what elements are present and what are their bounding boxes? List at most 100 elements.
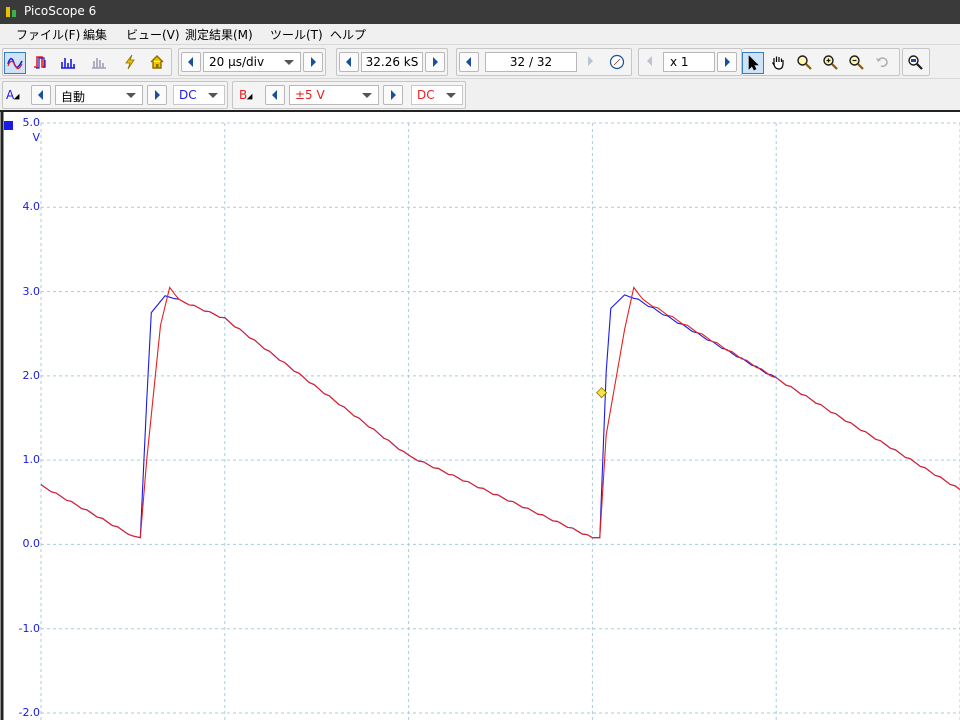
trace-channel-a bbox=[40, 294, 960, 539]
compass-icon bbox=[609, 54, 625, 70]
channel-b-range-increase-button[interactable] bbox=[383, 85, 403, 105]
persistence-mode-icon bbox=[34, 56, 46, 69]
channel-b-range-dropdown[interactable]: ±5 V bbox=[289, 85, 379, 105]
traces bbox=[40, 286, 960, 539]
timebase-group: 20 µs/div bbox=[178, 48, 326, 76]
samples-group: 32.26 kS bbox=[336, 48, 448, 76]
channel-b-coupling-dropdown[interactable]: DC bbox=[411, 85, 463, 105]
lightning-icon bbox=[125, 54, 135, 70]
arrow-right-icon bbox=[725, 57, 730, 67]
mode-group bbox=[2, 48, 172, 76]
channel-a-range-dropdown[interactable]: 自動 bbox=[55, 85, 143, 105]
home-icon bbox=[150, 55, 164, 69]
channel-a-group: A 自動 DC bbox=[2, 81, 228, 109]
zoom-tool-button[interactable] bbox=[794, 52, 816, 74]
main-toolbar: 20 µs/div 32.26 kS 32 / 32 x 1 bbox=[0, 44, 960, 79]
auto-setup-button[interactable] bbox=[120, 52, 142, 74]
arrow-left-icon bbox=[647, 56, 652, 66]
menu-file[interactable]: ファイル(F) bbox=[16, 26, 80, 43]
menu-view[interactable]: ビュー(V) bbox=[126, 26, 180, 43]
timebase-increase-button[interactable] bbox=[303, 52, 323, 72]
menu-bar: ファイル(F) 編集 ビュー(V) 測定結果(M) ツール(T) ヘルプ bbox=[0, 24, 960, 44]
buffer-field[interactable]: 32 / 32 bbox=[485, 52, 577, 72]
picoscope-app-icon bbox=[6, 7, 16, 17]
magnifier-icon bbox=[797, 55, 812, 70]
zoom-overview-button[interactable] bbox=[905, 52, 927, 74]
arrow-right-icon bbox=[391, 90, 396, 100]
channel-a-coupling-dropdown[interactable]: DC bbox=[173, 85, 225, 105]
hand-icon bbox=[771, 56, 784, 70]
window-title: PicoScope 6 bbox=[24, 4, 97, 18]
zoom-overview-group bbox=[902, 48, 930, 76]
zoom-out-button[interactable] bbox=[846, 52, 868, 74]
zoom-factor-group: x 1 bbox=[638, 48, 742, 76]
channel-a-range-increase-button[interactable] bbox=[147, 85, 167, 105]
disabled-mode-button[interactable] bbox=[89, 52, 111, 74]
zoom-factor-decrease-button[interactable] bbox=[641, 52, 661, 72]
zoom-out-icon bbox=[849, 55, 864, 70]
arrow-right-icon bbox=[588, 56, 593, 66]
channel-b-range-decrease-button[interactable] bbox=[265, 85, 285, 105]
arrow-right-icon bbox=[433, 57, 438, 67]
channel-a-label: A bbox=[6, 88, 15, 102]
samples-field[interactable]: 32.26 kS bbox=[361, 52, 423, 72]
scope-view[interactable]: V 5.0 4.0 3.0 2.0 1.0 0.0 -1.0 -2.0 bbox=[0, 110, 960, 722]
zoom-overview-icon bbox=[908, 55, 923, 70]
arrow-left-icon bbox=[188, 57, 193, 67]
menu-edit[interactable]: 編集 bbox=[83, 26, 107, 43]
zoom-in-icon bbox=[823, 55, 838, 70]
chevron-down-icon bbox=[208, 93, 218, 98]
zoom-factor-increase-button[interactable] bbox=[717, 52, 737, 72]
channel-a-options[interactable]: A bbox=[6, 88, 23, 103]
channel-a-range-decrease-button[interactable] bbox=[31, 85, 51, 105]
scope-mode-icon bbox=[7, 57, 23, 70]
undo-zoom-button[interactable] bbox=[872, 52, 894, 74]
pointer-tool-button[interactable] bbox=[742, 52, 764, 74]
zoom-factor-field[interactable]: x 1 bbox=[663, 52, 715, 72]
default-setup-button[interactable] bbox=[147, 52, 169, 74]
menu-tools[interactable]: ツール(T) bbox=[270, 26, 323, 43]
channel-b-options[interactable]: B bbox=[239, 88, 256, 103]
timebase-dropdown[interactable]: 20 µs/div bbox=[203, 52, 301, 72]
zoom-in-button[interactable] bbox=[820, 52, 842, 74]
cursor-arrow-icon bbox=[748, 55, 759, 71]
menu-measurements[interactable]: 測定結果(M) bbox=[185, 26, 253, 43]
timebase-value: 20 µs/div bbox=[209, 55, 265, 69]
hand-tool-button[interactable] bbox=[768, 52, 790, 74]
bar-chart-icon bbox=[92, 58, 106, 69]
chevron-down-icon bbox=[126, 93, 136, 98]
title-bar: PicoScope 6 bbox=[0, 0, 960, 24]
persistence-mode-button[interactable] bbox=[31, 52, 53, 74]
menu-help[interactable]: ヘルプ bbox=[330, 26, 366, 43]
chevron-down-icon bbox=[446, 93, 456, 98]
arrow-right-icon bbox=[155, 90, 160, 100]
channel-b-range-value: ±5 V bbox=[295, 88, 325, 102]
scope-mode-button[interactable] bbox=[4, 52, 26, 74]
arrow-right-icon bbox=[311, 57, 316, 67]
channel-b-coupling-value: DC bbox=[417, 88, 435, 102]
buffer-next-button[interactable] bbox=[581, 52, 601, 72]
buffer-navigation-group: 32 / 32 bbox=[456, 48, 632, 76]
samples-value: 32.26 kS bbox=[365, 55, 419, 69]
view-tools-group bbox=[742, 48, 900, 76]
timebase-decrease-button[interactable] bbox=[181, 52, 201, 72]
undo-icon bbox=[876, 57, 888, 68]
buffer-previous-button[interactable] bbox=[459, 52, 479, 72]
triangle-down-icon bbox=[246, 93, 256, 103]
waveform-plot[interactable] bbox=[0, 112, 960, 720]
buffer-overview-button[interactable] bbox=[607, 52, 629, 74]
triangle-down-icon bbox=[13, 93, 23, 103]
zoom-factor-value: x 1 bbox=[670, 55, 689, 69]
arrow-left-icon bbox=[38, 90, 43, 100]
trace-channel-b bbox=[40, 286, 960, 539]
samples-decrease-button[interactable] bbox=[339, 52, 359, 72]
spectrum-mode-button[interactable] bbox=[58, 52, 80, 74]
spectrum-mode-icon bbox=[61, 58, 75, 69]
buffer-value: 32 / 32 bbox=[509, 55, 553, 69]
samples-increase-button[interactable] bbox=[425, 52, 445, 72]
arrow-left-icon bbox=[466, 57, 471, 67]
channel-b-label: B bbox=[239, 88, 248, 102]
arrow-left-icon bbox=[346, 57, 351, 67]
arrow-left-icon bbox=[272, 90, 277, 100]
chevron-down-icon bbox=[362, 93, 372, 98]
